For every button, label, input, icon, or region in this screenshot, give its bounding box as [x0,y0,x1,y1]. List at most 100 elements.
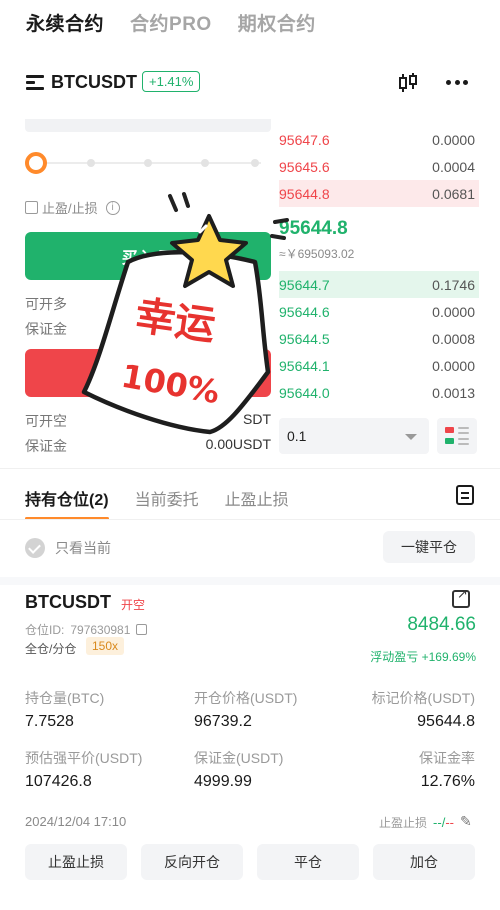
field-label: 保证金(USDT) [194,750,284,766]
pair-header: BTCUSDT +1.41% [0,66,500,102]
amount-slider[interactable] [25,150,271,176]
ask-row[interactable]: 95645.6 0.0004 [279,153,479,180]
close-all-button[interactable]: 一键平仓 [383,531,475,563]
sell-open-button[interactable] [25,349,271,397]
field-label: 保证金率 [419,750,475,766]
ask-row[interactable]: 95644.8 0.0681 [279,180,479,207]
candlestick-icon[interactable] [398,72,418,94]
margin-row-short: 保证金 0.00USDT [25,436,271,456]
ask-price: 95645.6 [279,158,330,175]
margin-value-short: 0.00USDT [205,436,271,452]
divider [0,577,500,585]
more-icon[interactable] [446,80,468,86]
position-side-badge: 开空 [121,598,146,612]
field-value: 12.76% [420,773,475,790]
ask-qty: 0.0000 [432,131,475,148]
field-value: 95644.8 [417,713,475,730]
ask-qty: 0.0004 [432,158,475,175]
tab-positions[interactable]: 持有仓位(2) [25,486,109,520]
check-circle-icon [25,538,45,558]
leverage-badge[interactable]: 150x [86,637,125,655]
bid-qty: 0.1746 [432,276,475,293]
add-position-button[interactable]: 加仓 [373,844,475,880]
divider [0,468,500,469]
bid-price: 95644.5 [279,330,330,347]
menu-icon[interactable] [26,75,44,91]
field-label: 标记价格(USDT) [371,690,475,706]
chevron-down-icon [405,434,417,440]
tab-open-orders[interactable]: 当前委托 [135,486,199,510]
info-icon[interactable]: i [105,200,120,215]
position-id-value: 797630981 [70,623,131,637]
divider [0,519,500,520]
bid-row[interactable]: 95644.0 0.0013 [279,379,479,406]
open-short-row: 可开空 SDT [25,411,271,431]
only-current-toggle[interactable]: 只看当前 [25,538,111,558]
open-short-value: SDT [243,411,271,427]
field-value: 4999.99 [194,773,252,790]
field-label: 开仓价格(USDT) [194,690,298,706]
position-id-label: 仓位ID: [25,623,65,637]
margin-row-long: 保证金 [25,319,271,339]
margin-label-short: 保证金 [25,438,67,454]
sl-value: -- [445,815,454,830]
edit-icon[interactable] [460,813,474,830]
bid-price: 95644.0 [279,384,330,401]
reverse-open-button[interactable]: 反向开仓 [141,844,243,880]
field-value: 96739.2 [194,713,252,730]
ask-price: 95647.6 [279,131,330,148]
bid-row[interactable]: 95644.6 0.0000 [279,298,479,325]
depth-value: 0.1 [287,428,307,444]
change-badge: +1.41% [142,71,201,92]
ask-qty: 0.0681 [432,185,475,202]
tpsl-button[interactable]: 止盈止损 [25,844,127,880]
pair-name[interactable]: BTCUSDT [51,72,137,93]
tab-contract-pro[interactable]: 合约PRO [130,9,212,36]
field-label: 预估强平价(USDT) [25,750,143,766]
margin-mode: 全仓/分仓 [25,642,77,656]
amount-input[interactable] [25,119,271,132]
slider-knob[interactable] [25,152,47,174]
product-tabs: 永续合约 合约PRO 期权合约 [0,0,500,44]
tpsl-checkbox[interactable] [25,201,38,214]
ask-price: 95644.8 [279,185,330,202]
tab-options[interactable]: 期权合约 [238,9,316,36]
last-price: 95644.8 [279,218,348,239]
open-short-label: 可开空 [25,413,67,429]
bid-row[interactable]: 95644.7 0.1746 [279,271,479,298]
tpsl-toggle-row: 止盈/止损 i [25,198,120,217]
open-long-label: 可开多 [25,296,67,312]
share-icon[interactable] [452,586,470,608]
tp-value: -- [433,815,442,830]
bid-row[interactable]: 95644.5 0.0008 [279,325,479,352]
ask-row[interactable]: 95647.6 0.0000 [279,126,479,153]
tab-perpetual[interactable]: 永续合约 [26,9,104,36]
bid-price: 95644.6 [279,303,330,320]
tab-tpsl[interactable]: 止盈止损 [225,486,289,510]
tpsl-status-label: 止盈止损 [379,816,428,830]
book-layout-icon[interactable] [437,418,477,454]
only-current-label: 只看当前 [55,540,111,556]
buy-open-button[interactable]: 买入/开 [25,232,271,280]
bid-price: 95644.1 [279,357,330,374]
field-value: 107426.8 [25,773,92,790]
depth-select[interactable]: 0.1 [279,418,429,454]
bid-row[interactable]: 95644.1 0.0000 [279,352,479,379]
unrealized-pnl-label: 浮动盈亏 +169.69% [370,650,476,664]
bid-qty: 0.0000 [432,357,475,374]
close-position-button[interactable]: 平仓 [257,844,359,880]
open-long-row: 可开多 [25,294,271,314]
margin-label-long: 保证金 [25,321,67,337]
tpsl-label: 止盈/止损 [42,201,98,216]
document-icon[interactable] [456,485,474,505]
copy-icon[interactable] [136,624,148,635]
field-value: 7.7528 [25,713,74,730]
bid-qty: 0.0008 [432,330,475,347]
unrealized-pnl: 8484.66 [407,614,476,635]
position-tabs: 持有仓位(2) 当前委托 止盈止损 [25,486,289,520]
mark-price-cny: ≈￥695093.02 [279,247,355,261]
bid-qty: 0.0013 [432,384,475,401]
position-id: 仓位ID: 797630981 [25,621,148,638]
position-symbol: BTCUSDT [25,592,111,612]
tpsl-status[interactable]: 止盈止损 --/-- [379,813,474,831]
